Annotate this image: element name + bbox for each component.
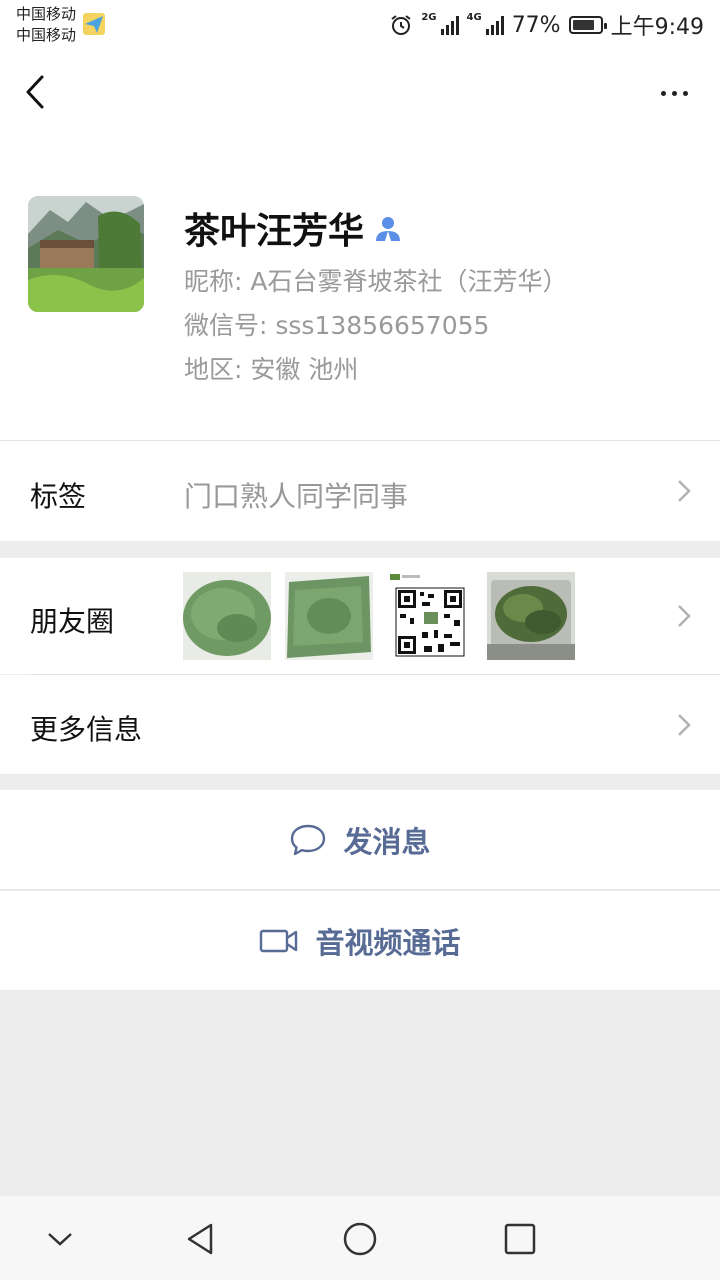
more-dots-icon [660,90,666,96]
chevron-down-icon [48,1233,72,1246]
carrier-label: 中国移动 [16,5,77,23]
more-info-row[interactable]: 更多信息 [0,675,720,774]
status-bar: 中国移动 中国移动 2G 4G 77% 上午9:49 [0,0,720,50]
send-message-button[interactable]: 发消息 [0,790,720,889]
recent-apps-button[interactable] [495,1214,545,1264]
tags-row[interactable]: 标签 门口熟人同学同事 [0,441,720,541]
signal-icon [485,15,504,35]
alarm-icon [391,15,411,35]
back-triangle-icon [187,1223,213,1255]
video-call-button[interactable]: 音视频通话 [0,891,720,990]
wechat-id-text: 微信号: sss13856657055 [184,311,490,340]
back-button[interactable] [20,70,60,114]
moments-label: 朋友圈 [30,605,115,638]
clock: 上午9:49 [610,15,704,40]
moments-row[interactable]: 朋友圈 [0,558,720,674]
tags-label: 标签 [30,480,87,513]
nickname-text: 昵称: A石台雾脊坡茶社（汪芳华） [184,267,568,296]
network-type-label: 2G [421,11,437,23]
chat-bubble-icon [291,824,326,855]
network-type-label: 4G [466,11,482,23]
moment-thumbnail [183,572,271,660]
chevron-right-icon [678,480,691,502]
carrier-label: 中国移动 [16,26,77,44]
back-arrow-icon [26,75,44,109]
more-options-button[interactable] [652,76,696,110]
region-text: 地区: 安徽 池州 [184,355,359,384]
avatar[interactable] [28,196,144,312]
profile-card: 茶叶汪芳华 昵称: A石台雾脊坡茶社（汪芳华） 微信号: sss13856657… [0,136,720,440]
home-button[interactable] [335,1214,385,1264]
system-back-button[interactable] [175,1214,225,1264]
person-icon [376,217,401,241]
video-call-label: 音视频通话 [315,925,461,960]
send-icon [83,13,105,35]
home-circle-icon [343,1222,377,1256]
moment-thumbnail [386,572,474,660]
nav-bar [0,50,720,136]
avatar-image [28,196,144,312]
chevron-right-icon [678,714,691,736]
signal-icon [440,15,459,35]
system-nav-bar [0,1196,720,1280]
send-message-label: 发消息 [343,824,431,859]
tags-value: 门口熟人同学同事 [184,480,409,513]
divider [0,440,720,441]
moment-thumbnail [487,572,575,660]
hide-keyboard-button[interactable] [35,1214,85,1264]
moment-thumbnail [285,572,373,660]
battery-percent: 77% [511,12,561,38]
divider [0,889,720,890]
chevron-right-icon [678,605,691,627]
recent-apps-icon [504,1223,536,1255]
profile-name: 茶叶汪芳华 [184,211,365,252]
more-info-label: 更多信息 [30,713,143,746]
video-camera-icon [260,929,298,952]
battery-icon [568,16,607,34]
